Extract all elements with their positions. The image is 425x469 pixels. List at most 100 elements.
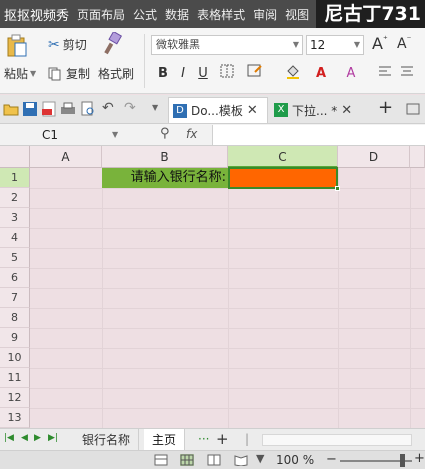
paste-label-wrap[interactable]: 粘贴 ▼: [4, 65, 36, 82]
shrink-font-button[interactable]: A ⁻: [397, 35, 412, 52]
italic-button[interactable]: I: [174, 64, 192, 84]
zoom-percentage[interactable]: 100 %: [276, 453, 314, 467]
first-sheet-icon[interactable]: |◀: [4, 433, 14, 443]
zoom-search-icon[interactable]: ⚲: [160, 126, 170, 141]
select-all-corner[interactable]: [0, 146, 30, 168]
paste-button[interactable]: [6, 34, 28, 58]
menu-review[interactable]: 审阅: [249, 6, 281, 23]
pdf-icon[interactable]: [41, 101, 57, 117]
menu-view[interactable]: 视图: [281, 6, 313, 23]
sheet-tab-home[interactable]: 主页: [144, 429, 186, 451]
column-header-c[interactable]: C: [228, 146, 338, 168]
prev-sheet-icon[interactable]: ◀: [21, 433, 28, 443]
column-header-a[interactable]: A: [30, 146, 102, 168]
row-header[interactable]: 10: [0, 348, 30, 368]
caret-down-icon: ⁻: [406, 35, 412, 45]
zoom-slider-thumb[interactable]: [400, 454, 405, 467]
menu-data[interactable]: 数据: [161, 6, 193, 23]
row-header[interactable]: 5: [0, 248, 30, 268]
align-left-button[interactable]: [376, 64, 394, 84]
fill-handle[interactable]: [335, 186, 340, 191]
new-tab-button[interactable]: +: [378, 97, 393, 118]
zoom-out-button[interactable]: −: [326, 452, 337, 467]
borders-button[interactable]: [218, 64, 236, 84]
insert-function-button[interactable]: fx: [186, 127, 197, 141]
cell-b1-bank-name-label[interactable]: 请输入银行名称:: [102, 168, 228, 188]
horizontal-scrollbar[interactable]: [262, 434, 412, 446]
row-header[interactable]: 8: [0, 308, 30, 328]
column-header-e[interactable]: [410, 146, 425, 168]
doc-tab-dropdown-file[interactable]: X 下拉... * ✕: [270, 97, 362, 123]
scroll-divider[interactable]: |: [245, 432, 249, 446]
clear-format-button[interactable]: A: [342, 64, 360, 84]
font-name-value: 微软雅黑: [156, 38, 200, 51]
normal-view-icon[interactable]: [154, 454, 168, 466]
copy-icon: [48, 67, 61, 80]
format-painter-label: 格式刷: [98, 67, 135, 81]
font-name-select[interactable]: 微软雅黑 ▼: [151, 35, 303, 55]
gridline: [338, 168, 339, 428]
caret-up-icon: ⁺: [382, 34, 388, 45]
format-painter-label-wrap[interactable]: 格式刷: [98, 65, 134, 82]
align-center-button[interactable]: [398, 64, 416, 84]
underline-button[interactable]: U: [194, 64, 212, 84]
screen-recorder-label: 抠抠视频秀: [4, 8, 70, 24]
name-box[interactable]: C1 ▼: [0, 125, 124, 145]
sheet-tab-bank-names[interactable]: 银行名称: [74, 429, 140, 451]
font-size-select[interactable]: 12 ▼: [306, 35, 364, 55]
cell-c1-bank-name-input[interactable]: [228, 167, 340, 191]
print-icon[interactable]: [60, 101, 76, 117]
row-header[interactable]: 7: [0, 288, 30, 308]
open-folder-icon[interactable]: [3, 101, 19, 117]
print-preview-icon[interactable]: [80, 101, 96, 117]
fill-color-button[interactable]: [284, 64, 302, 84]
undo-icon[interactable]: ↶: [102, 100, 114, 116]
next-sheet-icon[interactable]: ▶: [34, 433, 41, 443]
grow-font-button[interactable]: A ⁺: [372, 34, 388, 53]
window-icon[interactable]: [406, 102, 420, 116]
formula-input[interactable]: [212, 125, 425, 145]
customize-dropdown-icon[interactable]: ▼: [152, 103, 158, 112]
row-header[interactable]: 12: [0, 388, 30, 408]
menu-formulas[interactable]: 公式: [129, 6, 161, 23]
column-header-b[interactable]: B: [102, 146, 228, 168]
menu-page-layout[interactable]: 页面布局: [73, 6, 129, 23]
dropdown-icon[interactable]: ▼: [256, 452, 264, 465]
row-header[interactable]: 13: [0, 408, 30, 428]
zoom-in-button[interactable]: +: [414, 451, 425, 466]
copy-button[interactable]: 复制: [48, 65, 90, 82]
close-icon[interactable]: ✕: [247, 103, 258, 118]
doc-tab-template[interactable]: D Do...模板 ✕: [168, 97, 268, 123]
row-header[interactable]: 11: [0, 368, 30, 388]
menu-table-style[interactable]: 表格样式: [193, 6, 249, 23]
cell-style-icon: [247, 64, 262, 77]
doc-tab-label: Do...模板: [191, 104, 243, 118]
row-header[interactable]: 2: [0, 188, 30, 208]
row-header[interactable]: 6: [0, 268, 30, 288]
chevron-down-icon: ▼: [353, 40, 360, 49]
last-sheet-icon[interactable]: ▶|: [48, 433, 58, 443]
bold-button[interactable]: B: [154, 64, 172, 84]
close-icon[interactable]: ✕: [341, 103, 352, 118]
page-break-view-icon[interactable]: [207, 454, 221, 466]
row-header[interactable]: 4: [0, 228, 30, 248]
cell-style-button[interactable]: [246, 64, 264, 84]
reading-mode-icon[interactable]: [234, 454, 248, 466]
quick-access-toolbar: ↶ ↷ ▼ D Do...模板 ✕ X 下拉... * ✕ +: [0, 95, 425, 124]
cut-button[interactable]: ✂ 剪切: [48, 36, 87, 53]
column-header-d[interactable]: D: [338, 146, 410, 168]
format-painter-button[interactable]: [104, 32, 124, 56]
chevron-down-icon[interactable]: ▼: [112, 125, 118, 145]
redo-icon[interactable]: ↷: [124, 100, 136, 116]
page-layout-view-icon[interactable]: [180, 454, 194, 466]
add-sheet-button[interactable]: +: [216, 430, 229, 448]
borders-icon: [220, 64, 234, 78]
row-header[interactable]: 9: [0, 328, 30, 348]
row-header[interactable]: 3: [0, 208, 30, 228]
font-color-button[interactable]: A: [312, 64, 330, 84]
more-sheets-button[interactable]: ···: [198, 432, 209, 446]
row-header[interactable]: 1: [0, 168, 30, 188]
worksheet-grid[interactable]: A B C D 1 2 3 4 5 6 7 8 9 10 11 12 13 14…: [0, 146, 425, 428]
save-icon[interactable]: [22, 101, 38, 117]
paste-dropdown-icon[interactable]: ▼: [30, 69, 36, 78]
